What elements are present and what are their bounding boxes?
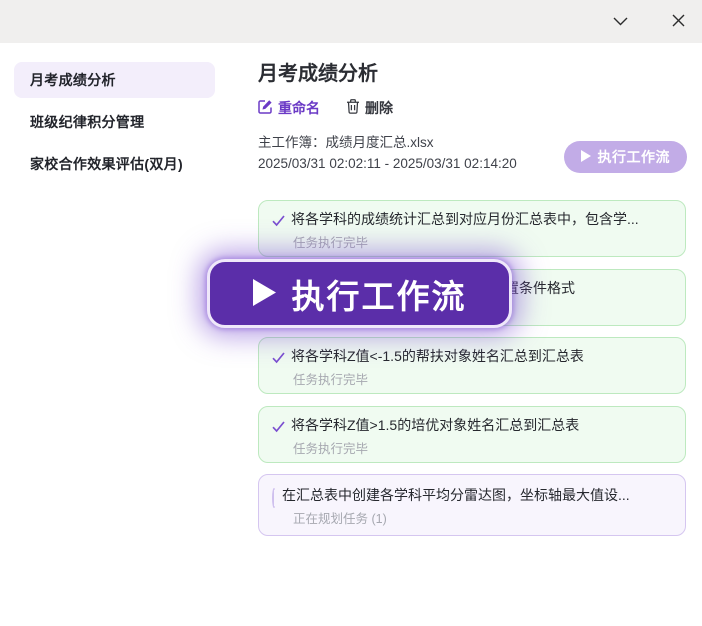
run-workflow-button[interactable]: 执行工作流: [564, 141, 688, 173]
sidebar-item-label: 月考成绩分析: [30, 70, 116, 90]
task-title-row: 在汇总表中创建各学科平均分雷达图，坐标轴最大值设...: [272, 485, 672, 508]
rename-button[interactable]: 重命名: [258, 98, 320, 118]
sidebar-item-monthly-score-analysis[interactable]: 月考成绩分析: [14, 62, 215, 98]
task-title-row: 将各学科Z值<-1.5的帮扶对象姓名汇总到汇总表: [272, 346, 672, 369]
task-title-row: 将各学科Z值>1.5的培优对象姓名汇总到汇总表: [272, 415, 672, 438]
workflow-detail-panel: 月考成绩分析 重命名 删除 主工作簿：成绩月度汇总.xlsx 2025/03/3…: [258, 60, 686, 174]
task-title: 在汇总表中创建各学科平均分雷达图，坐标轴最大值设...: [282, 485, 630, 505]
sidebar-item-label: 班级纪律积分管理: [30, 112, 144, 132]
chevron-down-icon: [613, 14, 628, 29]
delete-button[interactable]: 删除: [346, 98, 393, 118]
run-workflow-label: 执行工作流: [598, 147, 671, 167]
rename-label: 重命名: [278, 98, 320, 118]
trash-icon: [346, 99, 360, 117]
task-card[interactable]: 在汇总表中创建各学科平均分雷达图，坐标轴最大值设... 正在规划任务 (1): [258, 474, 686, 536]
task-status: 正在规划任务 (1): [293, 510, 672, 528]
task-title: 置条件格式: [505, 278, 575, 298]
workflow-sidebar: 月考成绩分析 班级纪律积分管理 家校合作效果评估(双月): [14, 62, 215, 188]
page-title: 月考成绩分析: [258, 60, 686, 88]
task-status: 任务执行完毕: [293, 234, 672, 252]
task-card[interactable]: 将各学科Z值<-1.5的帮扶对象姓名汇总到汇总表 任务执行完毕: [258, 337, 686, 394]
action-row: 重命名 删除: [258, 97, 686, 119]
run-workflow-overlay-button[interactable]: 执行工作流: [207, 259, 512, 328]
task-title: 将各学科Z值>1.5的培优对象姓名汇总到汇总表: [291, 415, 579, 435]
task-status: 任务执行完毕: [293, 440, 672, 458]
task-card[interactable]: 将各学科Z值>1.5的培优对象姓名汇总到汇总表 任务执行完毕: [258, 406, 686, 463]
play-icon: [253, 279, 276, 309]
delete-label: 删除: [365, 98, 393, 118]
sidebar-item-label: 家校合作效果评估(双月): [30, 154, 183, 174]
task-title: 将各学科Z值<-1.5的帮扶对象姓名汇总到汇总表: [291, 346, 584, 366]
check-icon: [272, 212, 285, 232]
task-title-row: 将各学科的成绩统计汇总到对应月份汇总表中，包含学...: [272, 209, 672, 232]
edit-icon: [258, 99, 273, 117]
play-icon: [581, 149, 591, 165]
task-card[interactable]: 将各学科的成绩统计汇总到对应月份汇总表中，包含学... 任务执行完毕: [258, 200, 686, 257]
titlebar: [0, 0, 702, 43]
minimize-button[interactable]: [604, 6, 636, 38]
sidebar-item-class-discipline-points[interactable]: 班级纪律积分管理: [14, 104, 215, 140]
check-icon: [272, 418, 285, 438]
run-workflow-overlay-label: 执行工作流: [292, 270, 467, 318]
sidebar-item-home-school-evaluation[interactable]: 家校合作效果评估(双月): [14, 146, 215, 182]
task-list: 将各学科的成绩统计汇总到对应月份汇总表中，包含学... 任务执行完毕 置条件格式…: [258, 200, 686, 548]
check-icon: [272, 349, 285, 369]
close-icon: [672, 14, 685, 30]
close-button[interactable]: [662, 6, 694, 38]
task-status: 任务执行完毕: [293, 371, 672, 389]
spinner-icon: [272, 488, 276, 508]
task-title: 将各学科的成绩统计汇总到对应月份汇总表中，包含学...: [291, 209, 639, 229]
